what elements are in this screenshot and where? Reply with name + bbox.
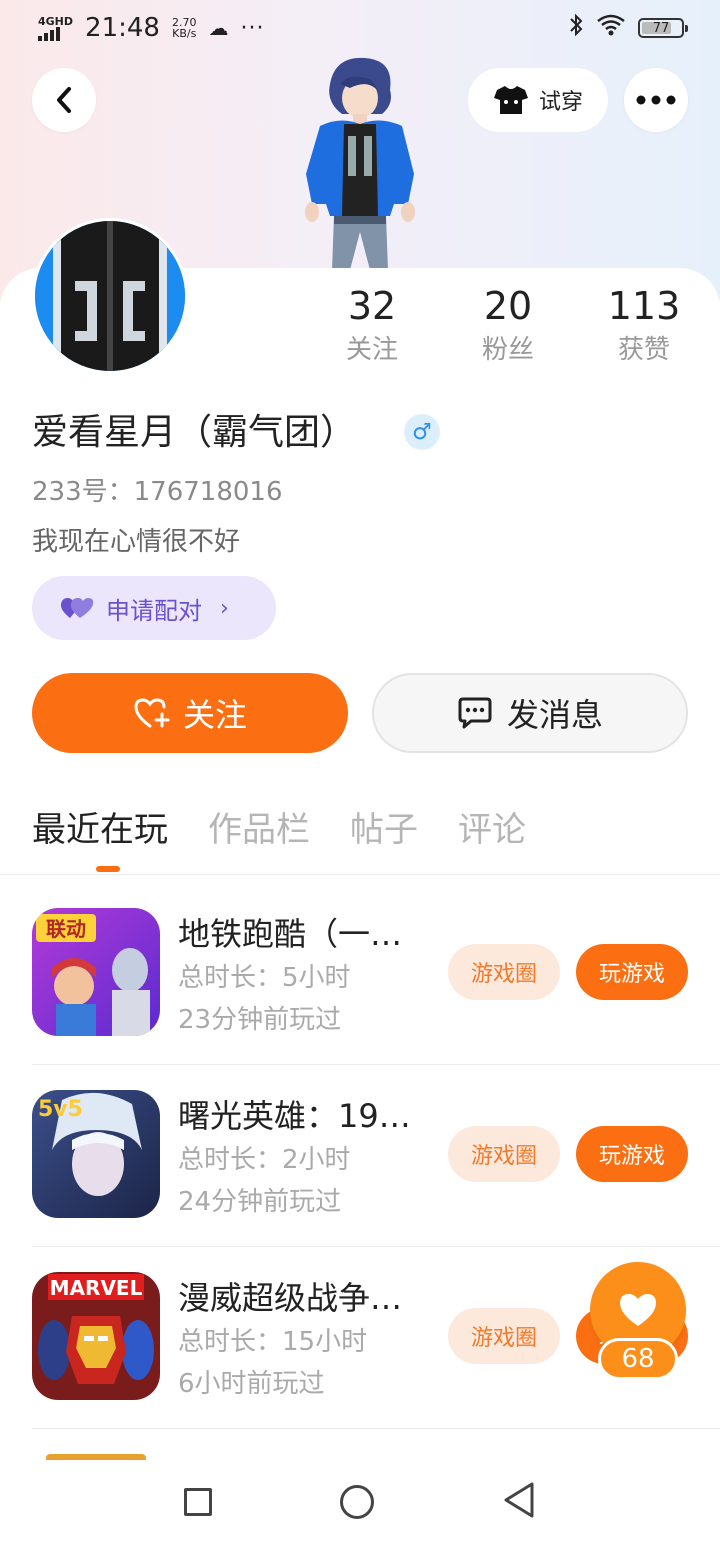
stat-following[interactable]: 32 关注 (307, 282, 437, 370)
stat-value: 20 (483, 284, 533, 328)
tshirt-icon (493, 86, 528, 114)
user-id: 233号：176718016 (32, 477, 283, 507)
divider (32, 1428, 720, 1429)
status-bar: 4GHD 21:48 2.70 KB/s ☁ ··· 77 (0, 0, 720, 56)
like-count: 68 (598, 1338, 678, 1380)
character-avatar-figure[interactable] (290, 54, 430, 270)
heart-plus-icon (134, 698, 170, 728)
game-circle-button[interactable]: 游戏圈 (448, 1126, 560, 1182)
game-duration: 总时长：15小时 (178, 1327, 368, 1357)
game-circle-button[interactable]: 游戏圈 (448, 1308, 560, 1364)
stat-label: 获赞 (617, 335, 670, 365)
tab-recently-played[interactable]: 最近在玩 (32, 804, 168, 860)
game-title: 漫威超级战争… (178, 1279, 403, 1317)
game-last-played: 24分钟前玩过 (178, 1187, 342, 1217)
game-title: 曙光英雄：19… (178, 1097, 411, 1135)
double-heart-icon (60, 598, 94, 618)
send-message-label: 发消息 (506, 696, 603, 734)
list-item[interactable]: 联动 地铁跑酷（一… 总时长：5小时 23分钟前玩过 游戏圈 玩游戏 (32, 908, 720, 1090)
battery-level: 77 (652, 20, 670, 36)
stat-likes[interactable]: 113 获赞 (579, 282, 709, 370)
network-speed: 2.70 KB/s (172, 17, 197, 39)
play-game-button[interactable]: 玩游戏 (576, 944, 688, 1000)
clock: 21:48 (85, 13, 160, 43)
more-button[interactable] (624, 68, 688, 132)
signal-icon: 4GHD (38, 16, 73, 41)
game-duration: 总时长：2小时 (178, 1145, 351, 1175)
divider (32, 1246, 720, 1247)
svg-text:MARVEL: MARVEL (50, 1276, 143, 1300)
username: 爱看星月（霸气团） (32, 412, 357, 453)
active-tab-indicator (96, 866, 120, 872)
divider (0, 874, 720, 875)
game-icon-subway-surfers: 联动 (32, 908, 160, 1036)
stat-followers[interactable]: 20 粉丝 (443, 282, 573, 370)
stat-label: 关注 (345, 335, 398, 365)
divider (32, 1064, 720, 1065)
tab-comments[interactable]: 评论 (458, 804, 526, 860)
svg-text:联动: 联动 (46, 917, 86, 941)
stat-value: 113 (607, 284, 681, 328)
chevron-right-icon: › (220, 595, 229, 621)
wifi-icon (596, 14, 626, 42)
game-title: 地铁跑酷（一… (178, 915, 403, 953)
recent-apps-icon[interactable] (184, 1488, 212, 1516)
home-icon[interactable] (340, 1485, 374, 1519)
game-last-played: 6小时前玩过 (178, 1369, 325, 1399)
apply-pair-button[interactable]: 申请配对 › (32, 576, 276, 640)
game-duration: 总时长：5小时 (178, 963, 351, 993)
list-item[interactable]: 5v5 曙光英雄：19… 总时长：2小时 24分钟前玩过 游戏圈 玩游戏 (32, 1090, 720, 1272)
cloud-icon: ☁ (208, 16, 229, 40)
tab-works[interactable]: 作品栏 (208, 804, 310, 860)
send-message-button[interactable]: 发消息 (372, 673, 688, 753)
network-type: 4GHD (38, 14, 74, 28)
speed-unit: KB/s (172, 27, 197, 40)
chevron-left-icon (57, 87, 71, 113)
try-on-label: 试穿 (538, 90, 583, 115)
more-dots-icon (636, 95, 676, 105)
male-gender-icon: ♂ (404, 414, 440, 450)
game-icon-marvel-super-war: MARVEL (32, 1272, 160, 1400)
follow-label: 关注 (182, 696, 247, 734)
back-button[interactable] (32, 68, 96, 132)
follow-button[interactable]: 关注 (32, 673, 348, 753)
status-more: ··· (240, 15, 265, 41)
game-icon-dawn-heroes: 5v5 (32, 1090, 160, 1218)
profile-tabs: 最近在玩 作品栏 帖子 评论 (32, 804, 526, 860)
stat-value: 32 (347, 284, 397, 328)
svg-text:5v5: 5v5 (38, 1097, 83, 1122)
play-game-button[interactable]: 玩游戏 (576, 1126, 688, 1182)
system-nav-bar (0, 1460, 720, 1544)
game-last-played: 23分钟前玩过 (178, 1005, 342, 1035)
user-signature: 我现在心情很不好 (32, 527, 241, 557)
back-triangle-icon[interactable] (502, 1481, 536, 1523)
battery-icon: 77 (638, 18, 688, 38)
stat-label: 粉丝 (481, 335, 534, 365)
heart-icon (620, 1294, 656, 1326)
tab-posts[interactable]: 帖子 (350, 804, 418, 860)
try-on-button[interactable]: 试穿 (468, 68, 608, 132)
game-circle-button[interactable]: 游戏圈 (448, 944, 560, 1000)
chat-bubble-icon (458, 697, 492, 729)
avatar[interactable] (32, 218, 188, 374)
apply-pair-label: 申请配对 (106, 596, 202, 625)
bluetooth-icon (568, 13, 584, 43)
